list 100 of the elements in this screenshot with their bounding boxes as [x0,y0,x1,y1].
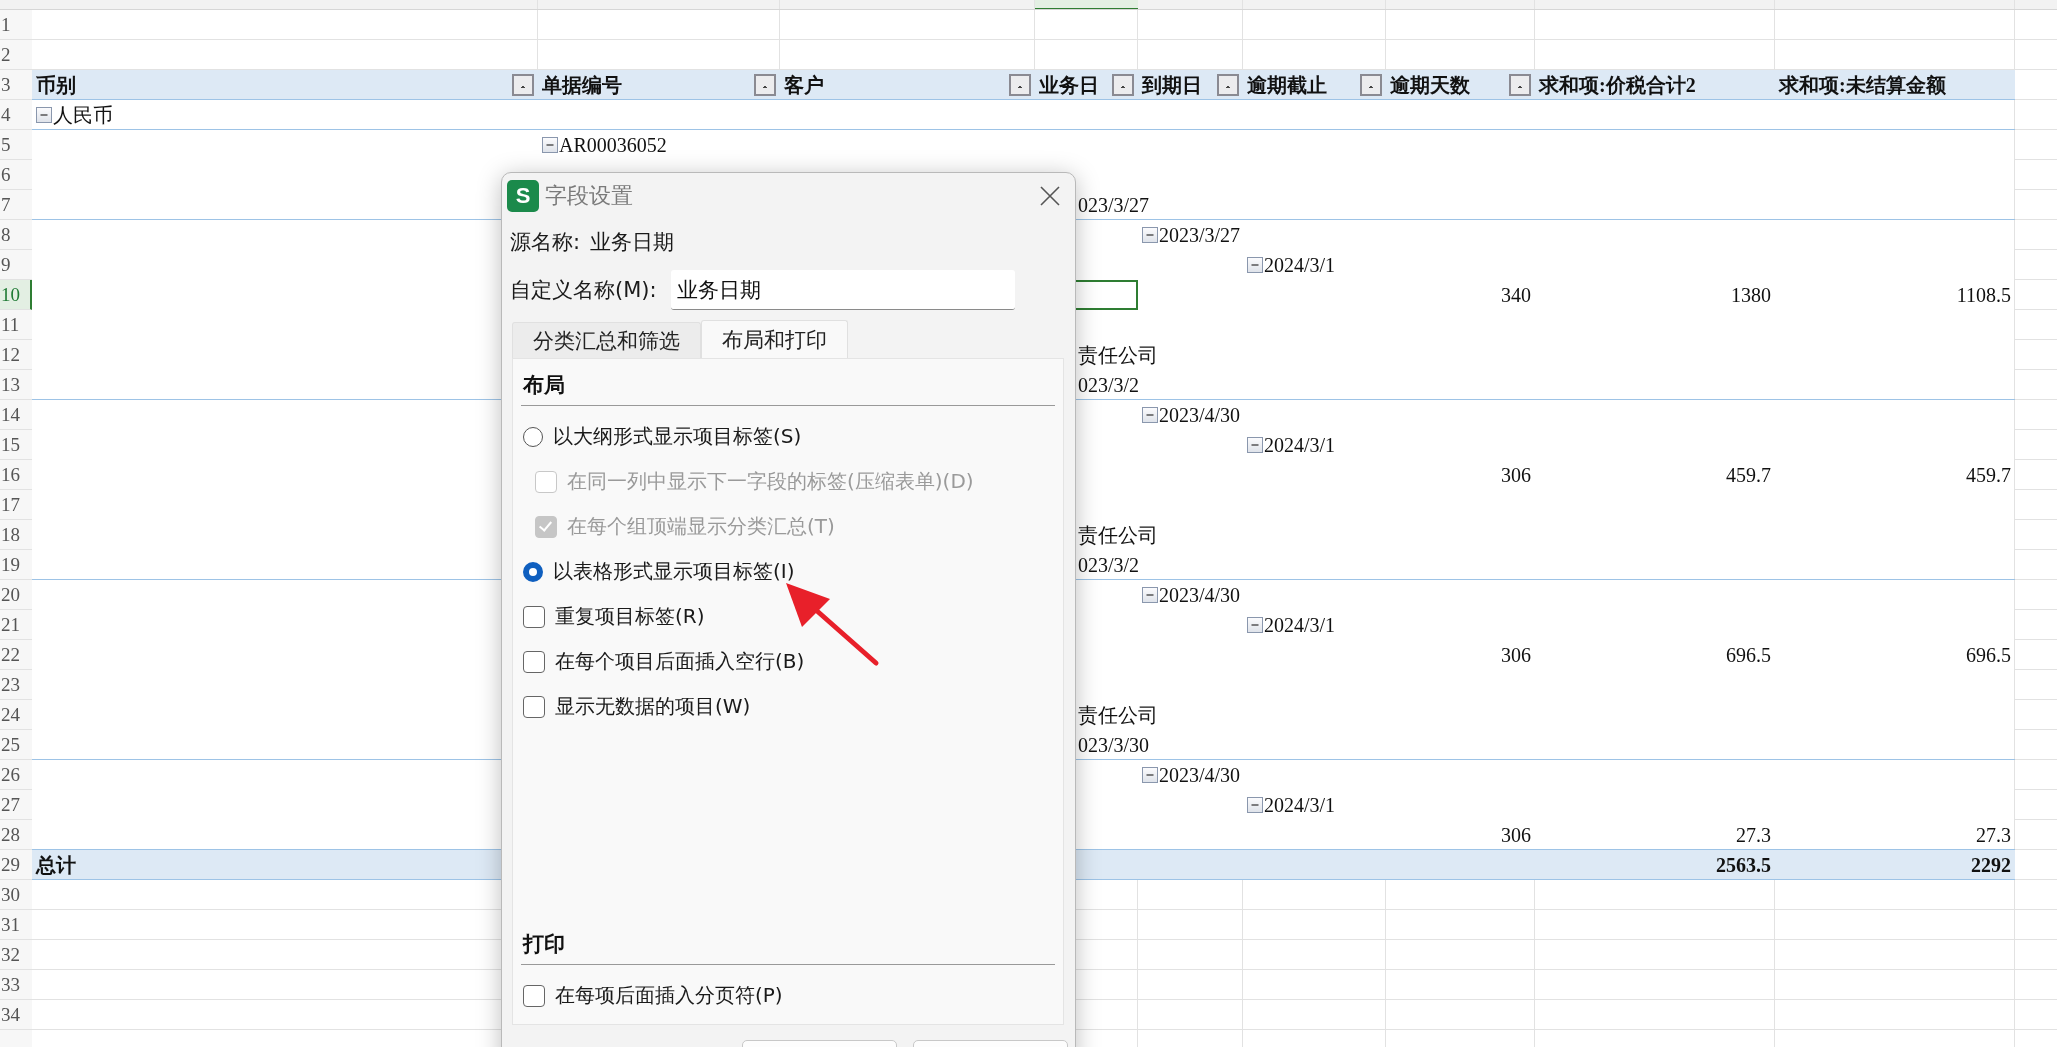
collapse-icon[interactable] [36,107,52,123]
table-cell-text: 责任公司 [1078,703,1158,728]
option-label[interactable]: 重复项目标签(R) [555,603,705,630]
section-title: 布局 [521,369,1055,406]
row-number: 1 [0,10,32,40]
option-label[interactable]: 以表格形式显示项目标签(I) [553,558,795,585]
tab[interactable]: 分类汇总和筛选 [512,322,701,358]
row-number: 4 [0,100,32,130]
row-number: 24 [0,700,32,730]
row-number: 18 [0,520,32,550]
table-cell-text: 459.7 [1966,463,2011,488]
option-label[interactable]: 显示无数据的项目(W) [555,693,751,720]
filter-dropdown-button[interactable] [1217,74,1239,96]
filter-dropdown-button[interactable] [1112,74,1134,96]
row-number: 6 [0,160,32,190]
table-cell-text: 2023/3/27 [1159,223,1241,248]
table-cell-text: 责任公司 [1078,523,1158,548]
collapse-icon[interactable] [1247,257,1263,273]
row-number: 27 [0,790,32,820]
table-cell-text: AR00036052 [559,133,667,158]
radio-button[interactable] [523,426,543,447]
table-cell-text: 2024/3/1 [1264,793,1336,818]
table-cell-text: 023/3/27 [1078,193,1150,218]
table-cell-text: 2023/4/30 [1159,403,1241,428]
collapse-icon[interactable] [1247,437,1263,453]
table-cell-text: 27.3 [1736,823,1771,848]
collapse-icon[interactable] [1247,617,1263,633]
row-number: 3 [0,70,32,100]
column-header: 客户 [784,73,824,98]
filter-dropdown-button[interactable] [1009,74,1031,96]
app-icon: S [507,179,539,212]
table-cell-text: 306 [1501,643,1531,668]
row-number: 9 [0,250,32,280]
row-number: 19 [0,550,32,580]
row-number: 21 [0,610,32,640]
row-number: 15 [0,430,32,460]
table-cell-text: 306 [1501,823,1531,848]
table-cell-text: 1380 [1731,283,1771,308]
table-cell-text: 2024/3/1 [1264,613,1336,638]
row-number: 8 [0,220,32,250]
checkbox[interactable] [523,605,545,628]
column-header: 逾期天数 [1390,73,1470,98]
checkbox[interactable] [523,650,545,673]
option-label[interactable]: 以大纲形式显示项目标签(S) [553,423,802,450]
column-header: 逾期截止 [1247,73,1327,98]
row-number: 32 [0,940,32,970]
total-value: 2292 [1971,853,2011,878]
filter-dropdown-button[interactable] [1509,74,1531,96]
total-label: 总计 [36,853,76,878]
field-label: 源名称: [510,229,581,256]
row-number: 29 [0,850,32,880]
collapse-icon[interactable] [1142,407,1158,423]
tab[interactable]: 布局和打印 [701,320,848,358]
column-header: 单据编号 [542,73,622,98]
input-field[interactable]: 业务日期 [670,270,1015,310]
dialog-title: 字段设置 [545,181,634,210]
option-label[interactable]: 在每项后面插入分页符(P) [555,982,783,1009]
row-number: 17 [0,490,32,520]
row-number: 31 [0,910,32,940]
table-cell-text: 459.7 [1726,463,1771,488]
table-cell-text: 340 [1501,283,1531,308]
row-number: 2 [0,40,32,70]
option-label[interactable]: 在每个项目后面插入空行(B) [555,648,805,675]
collapse-icon[interactable] [1142,227,1158,243]
row-number: 11 [0,310,32,340]
collapse-icon[interactable] [1247,797,1263,813]
section-title: 打印 [521,928,1055,965]
table-cell-text: 1108.5 [1956,283,2011,308]
collapse-icon[interactable] [1142,767,1158,783]
filter-dropdown-button[interactable] [754,74,776,96]
field-value: 业务日期 [590,229,675,256]
table-cell-text: 2024/3/1 [1264,253,1336,278]
filter-dropdown-button[interactable] [1360,74,1382,96]
row-number: 28 [0,820,32,850]
filter-dropdown-button[interactable] [512,74,534,96]
total-value: 2563.5 [1716,853,1771,878]
row-number: 33 [0,970,32,1000]
collapse-icon[interactable] [1142,587,1158,603]
column-header: 到期日 [1142,73,1202,98]
row-number: 5 [0,130,32,160]
table-cell-text: 责任公司 [1078,343,1158,368]
column-header: 求和项:未结算金额 [1779,73,1946,98]
checkbox[interactable] [523,984,545,1007]
radio-button[interactable] [523,561,543,582]
table-cell-text: 306 [1501,463,1531,488]
row-number: 20 [0,580,32,610]
collapse-icon[interactable] [542,137,558,153]
row-number: 10 [0,280,32,310]
row-number: 25 [0,730,32,760]
row-number: 12 [0,340,32,370]
checkbox[interactable] [523,695,545,718]
table-cell-text: 人民币 [53,103,113,128]
row-number: 13 [0,370,32,400]
column-header: 业务日 [1039,73,1099,98]
column-header: 币别 [36,73,76,98]
table-cell-text: 2023/4/30 [1159,763,1241,788]
table-cell-text: 696.5 [1966,643,2011,668]
table-cell-text: 27.3 [1976,823,2011,848]
table-cell-text: 2023/4/30 [1159,583,1241,608]
table-cell-text: 023/3/30 [1078,733,1150,758]
